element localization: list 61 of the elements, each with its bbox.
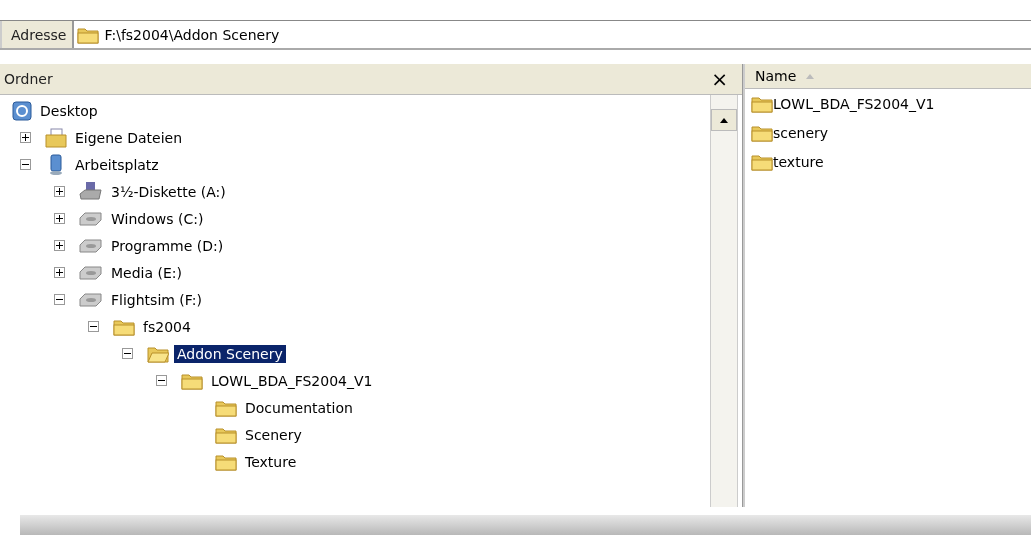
tree-item[interactable]: Documentation <box>242 398 356 417</box>
plus-icon <box>56 188 63 195</box>
minus-icon <box>124 350 131 357</box>
folder-icon <box>215 398 237 417</box>
plus-icon <box>56 242 63 249</box>
desktop-icon <box>12 100 32 121</box>
collapse-button[interactable] <box>20 159 31 170</box>
tree-item[interactable]: Flightsim (F:) <box>108 290 205 309</box>
folder-icon <box>77 25 100 44</box>
collapse-button[interactable] <box>156 375 167 386</box>
tree-item[interactable]: LOWL_BDA_FS2004_V1 <box>208 371 376 390</box>
tree-item[interactable]: Media (E:) <box>108 263 185 282</box>
hard-drive-icon <box>79 211 103 226</box>
file-name[interactable]: scenery <box>773 124 829 141</box>
folder-icon <box>181 371 203 390</box>
document-folder-icon <box>45 127 67 148</box>
tree-item[interactable]: Texture <box>242 452 300 471</box>
scrollbar[interactable] <box>710 95 738 507</box>
folder-icon <box>215 425 237 444</box>
plus-icon <box>56 215 63 222</box>
tree-item[interactable]: Eigene Dateien <box>72 128 185 147</box>
pane-title: Ordner <box>4 71 53 87</box>
scroll-up-button[interactable] <box>711 109 737 131</box>
folder-icon <box>751 94 773 113</box>
file-name[interactable]: texture <box>773 153 824 170</box>
hard-drive-icon <box>79 238 103 253</box>
expand-button[interactable] <box>54 213 65 224</box>
expand-button[interactable] <box>54 186 65 197</box>
expand-button[interactable] <box>54 240 65 251</box>
tree-item[interactable]: Scenery <box>242 425 305 444</box>
tree-item[interactable]: Desktop <box>37 101 101 120</box>
minus-icon <box>22 161 29 168</box>
tree-item[interactable]: fs2004 <box>140 317 194 336</box>
collapse-button[interactable] <box>88 321 99 332</box>
column-header[interactable]: Name <box>755 68 797 84</box>
folder-icon <box>751 152 773 171</box>
minus-icon <box>90 323 97 330</box>
collapse-button[interactable] <box>54 294 65 305</box>
tree-item[interactable]: Arbeitsplatz <box>72 155 162 174</box>
folder-icon <box>215 452 237 471</box>
expand-button[interactable] <box>20 132 31 143</box>
minus-icon <box>158 377 165 384</box>
collapse-button[interactable] <box>122 348 133 359</box>
tree-item[interactable]: Windows (C:) <box>108 209 207 228</box>
plus-icon <box>22 134 29 141</box>
tree-item[interactable]: Programme (D:) <box>108 236 227 255</box>
address-field[interactable]: F:\fs2004\Addon Scenery <box>72 21 1031 48</box>
hard-drive-icon <box>79 265 103 280</box>
tree-item[interactable]: Addon Scenery <box>174 344 286 363</box>
plus-icon <box>56 269 63 276</box>
minus-icon <box>56 296 63 303</box>
tree-item[interactable]: 3½-Diskette (A:) <box>108 182 229 201</box>
close-button[interactable]: × <box>707 67 732 91</box>
up-arrow-icon <box>720 117 728 123</box>
open-folder-icon <box>147 344 169 363</box>
file-name[interactable]: LOWL_BDA_FS2004_V1 <box>773 95 935 112</box>
expand-button[interactable] <box>54 267 65 278</box>
floppy-drive-icon <box>79 180 103 203</box>
folder-icon <box>113 317 135 336</box>
hard-drive-icon <box>79 292 103 307</box>
folder-icon <box>751 123 773 142</box>
